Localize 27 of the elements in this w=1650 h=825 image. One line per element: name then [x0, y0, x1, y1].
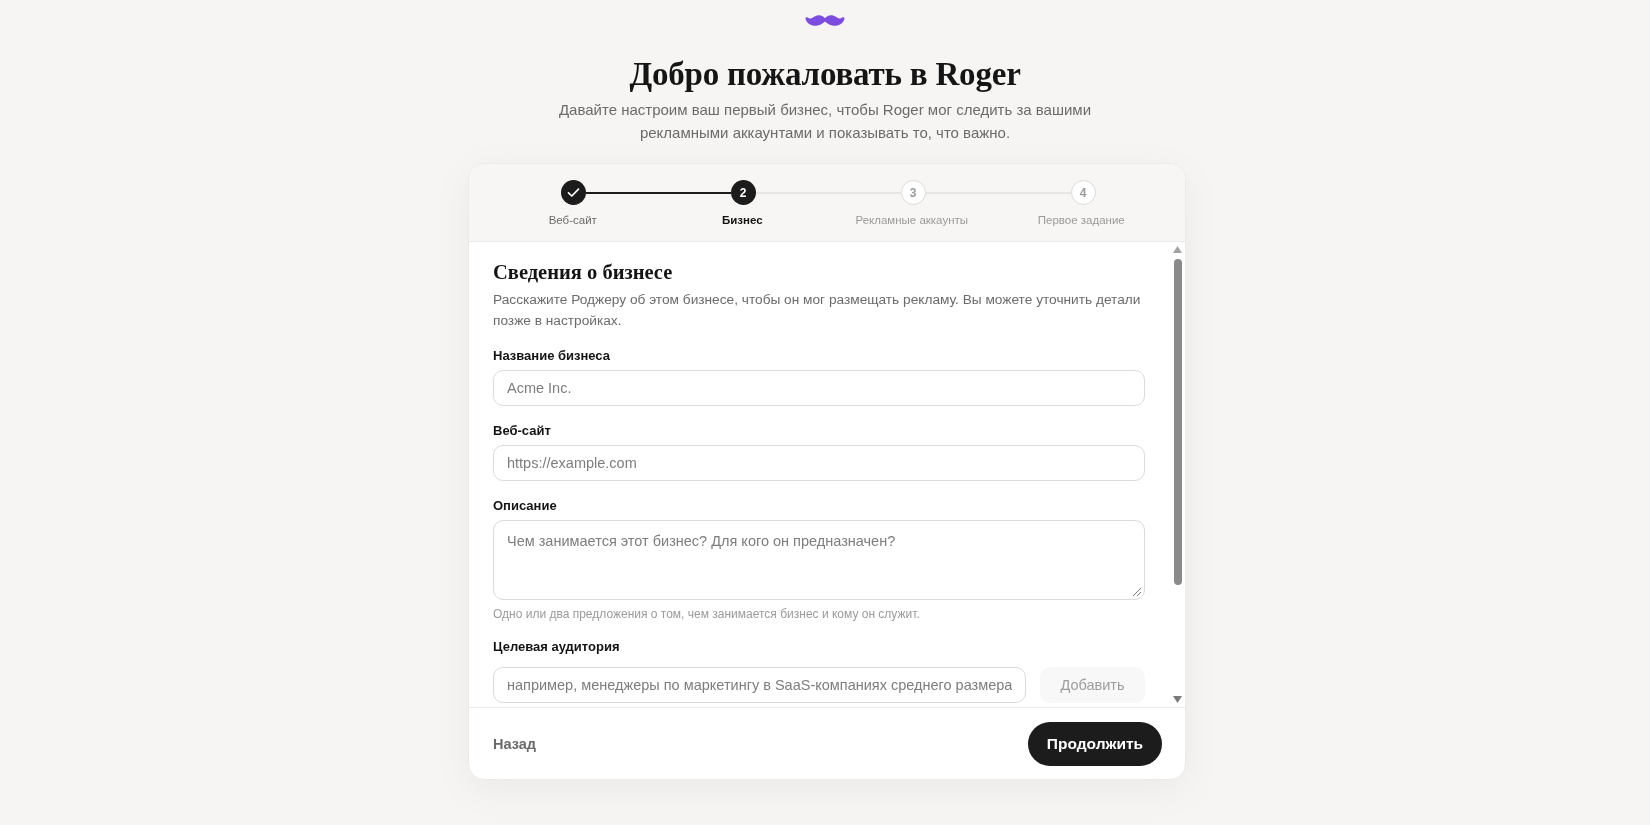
section-description: Расскажите Роджеру об этом бизнесе, чтобы он мог размещать рекламу. Вы можете уточнить детали позже в настройках. [493, 291, 1142, 330]
field-hint: Одно или два предложения о том, чем занимается бизнес и кому он служит. [493, 606, 921, 622]
input-field[interactable]: Acme Inc. [493, 370, 1145, 406]
continue-button[interactable]: Продолжить [1028, 721, 1162, 766]
mustache-icon [805, 14, 845, 27]
field-label: Описание [493, 497, 558, 515]
step-number: 2 [730, 180, 756, 205]
step-label: Бизнес [720, 213, 764, 228]
scrollbar-thumb[interactable] [1173, 259, 1182, 585]
section-title: Сведения о бизнесе [493, 260, 674, 285]
step-label: Первое задание [1036, 213, 1126, 228]
step-label: Веб-сайт [547, 213, 598, 228]
resize-handle-icon [1132, 587, 1142, 597]
page-title: Добро пожаловать в Roger [629, 55, 1021, 94]
input-field[interactable]: например, менеджеры по маркетингу в SaaS-компаниях среднего размера [493, 667, 1026, 703]
field-label: Целевая аудитория [493, 638, 621, 656]
scroll-down-icon[interactable] [1173, 696, 1182, 703]
page-subtitle: Давайте настроим ваш первый бизнес, чтобы Roger мог следить за вашими рекламными аккаунтами и показывать то, что важно. [557, 100, 1093, 143]
scroll-up-icon[interactable] [1173, 246, 1182, 253]
step-number: 3 [900, 180, 926, 205]
step-number: 4 [1070, 180, 1096, 205]
step-label: Рекламные аккаунты [854, 213, 970, 228]
input-field[interactable]: https://example.com [493, 445, 1145, 481]
back-button[interactable]: Назад [493, 735, 536, 752]
field-label: Название бизнеса [493, 347, 611, 365]
field-label: Веб-сайт [493, 422, 552, 440]
textarea-field[interactable]: Чем занимается этот бизнес? Для кого он предназначен? [493, 520, 1145, 600]
